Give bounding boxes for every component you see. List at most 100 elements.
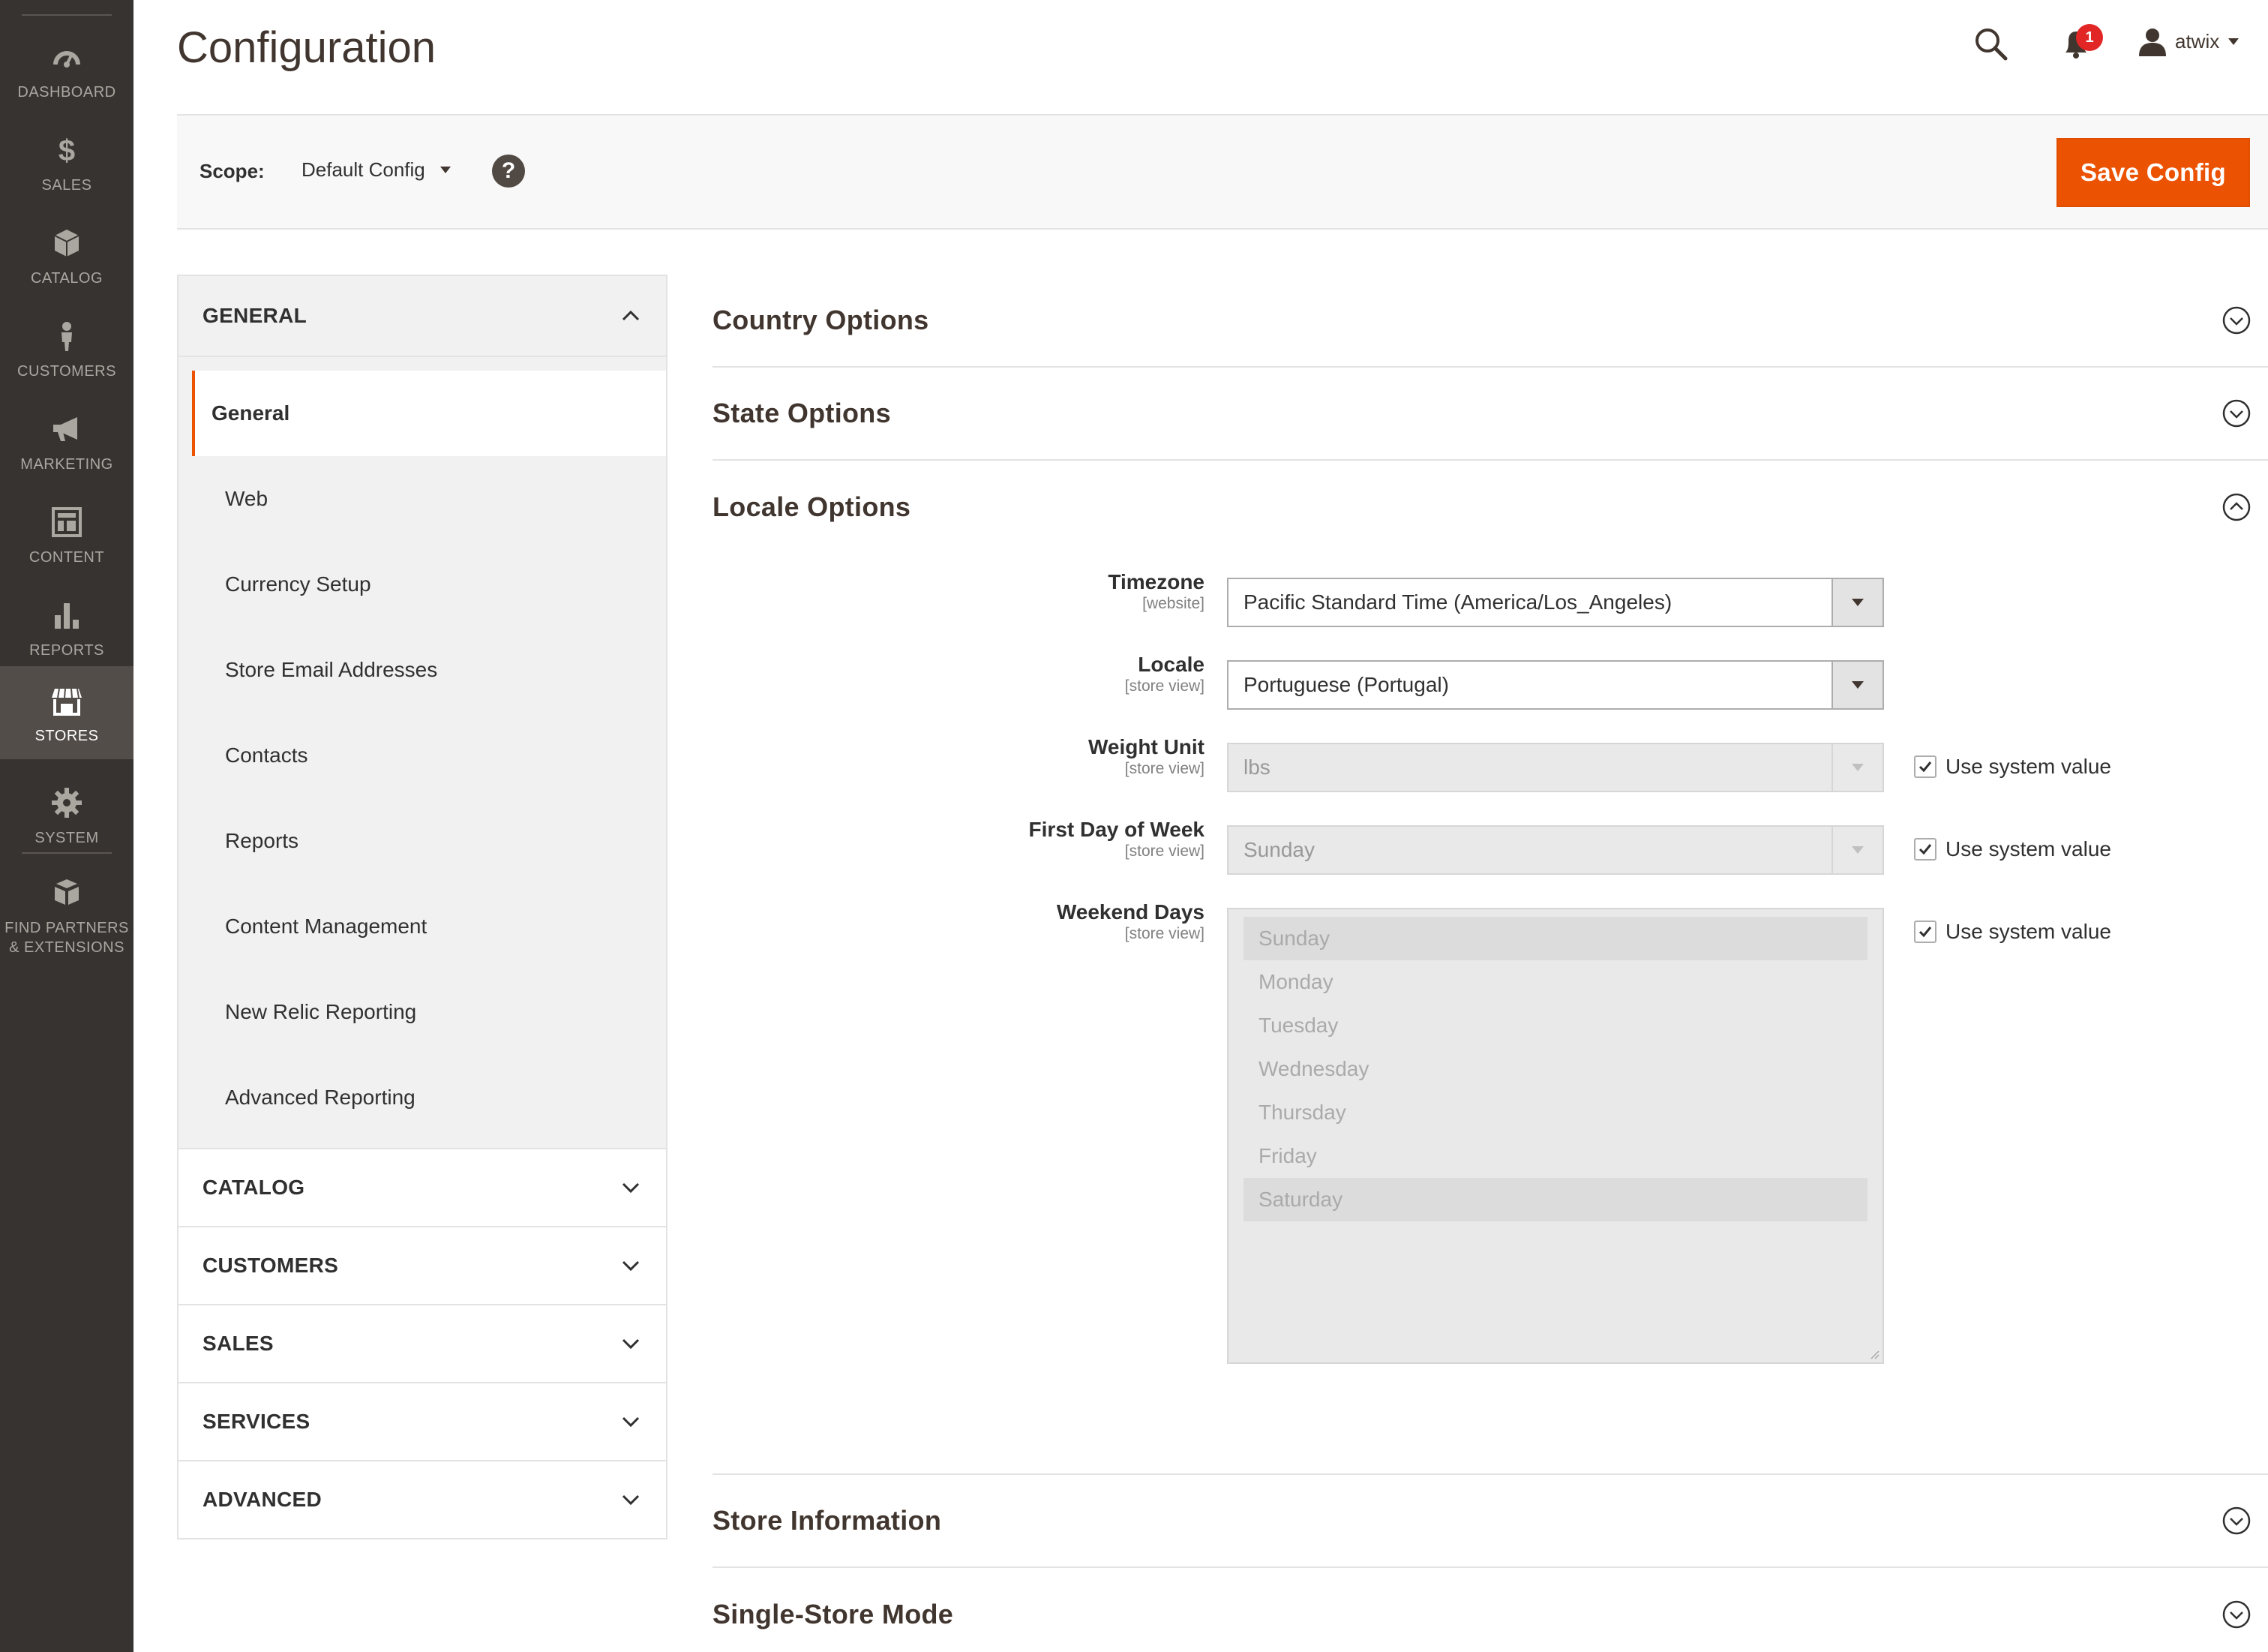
- nav-item-reports[interactable]: Reports: [192, 798, 666, 884]
- multiselect-option[interactable]: Saturday: [1244, 1178, 1868, 1221]
- nav-group-catalog[interactable]: CATALOG: [177, 1148, 668, 1227]
- multiselect-option[interactable]: Tuesday: [1244, 1004, 1868, 1047]
- multiselect-option[interactable]: Wednesday: [1244, 1047, 1868, 1091]
- scope-switcher[interactable]: Default Config: [302, 158, 451, 182]
- section-country-options[interactable]: Country Options: [712, 275, 2268, 368]
- menu-item-reports[interactable]: REPORTS: [0, 581, 134, 674]
- chevron-up-icon: [622, 310, 640, 321]
- first-day-select[interactable]: Sunday: [1227, 825, 1884, 875]
- boxes-icon: [49, 875, 85, 911]
- resize-grip-icon[interactable]: [1868, 1347, 1880, 1359]
- field-label: Weight Unit: [1088, 735, 1204, 758]
- section-title: Country Options: [712, 305, 929, 335]
- nav-item-content-management[interactable]: Content Management: [192, 884, 666, 969]
- menu-label: CONTENT: [28, 549, 105, 566]
- scope-label: Scope:: [200, 160, 265, 182]
- save-config-button[interactable]: Save Config: [2056, 138, 2250, 207]
- menu-item-catalog[interactable]: CATALOG: [0, 209, 134, 302]
- multiselect-option[interactable]: Sunday: [1244, 917, 1868, 960]
- chevron-down-icon: [622, 1494, 640, 1506]
- section-locale-options[interactable]: Locale Options: [712, 461, 2268, 554]
- weight-unit-select[interactable]: lbs: [1227, 743, 1884, 792]
- layout-icon: [49, 504, 85, 540]
- nav-group-sales[interactable]: SALES: [177, 1304, 668, 1383]
- menu-divider: [22, 852, 112, 854]
- box-icon: [49, 225, 85, 261]
- weekend-days-label: Weekend Days [store view]: [1057, 900, 1204, 944]
- menu-item-sales[interactable]: $ SALES: [0, 116, 134, 209]
- page-title: Configuration: [177, 23, 436, 72]
- nav-group-general[interactable]: GENERAL: [177, 275, 668, 356]
- first-day-use-system-checkbox[interactable]: Use system value: [1914, 837, 2111, 861]
- scope-value: Default Config: [302, 158, 425, 181]
- multiselect-option[interactable]: Monday: [1244, 960, 1868, 1004]
- expand-icon: [2222, 1506, 2251, 1535]
- checkbox-label: Use system value: [1946, 920, 2111, 943]
- menu-item-customers[interactable]: CUSTOMERS: [0, 302, 134, 395]
- select-value: lbs: [1244, 755, 1270, 779]
- locale-select[interactable]: Portuguese (Portugal): [1227, 660, 1884, 710]
- menu-label: REPORTS: [29, 642, 104, 659]
- global-search-button[interactable]: [1972, 26, 2010, 63]
- menu-item-stores[interactable]: STORES: [0, 666, 134, 759]
- menu-item-find-partners[interactable]: FIND PARTNERS & EXTENSIONS: [0, 858, 134, 971]
- nav-general-list: General Web Currency Setup Store Email A…: [177, 356, 668, 1148]
- menu-label: STORES: [34, 728, 99, 744]
- first-day-label: First Day of Week [store view]: [1029, 818, 1204, 861]
- config-sections: Country Options State Options Locale Opt…: [712, 275, 2268, 1652]
- field-label: Timezone: [1108, 570, 1204, 593]
- nav-item-contacts[interactable]: Contacts: [192, 713, 666, 798]
- admin-menu: DASHBOARD $ SALES CATALOG CUSTOMERS MARK…: [0, 0, 134, 1652]
- user-account-menu[interactable]: atwix: [2138, 23, 2240, 60]
- nav-item-web[interactable]: Web: [192, 456, 666, 542]
- section-store-information[interactable]: Store Information: [712, 1475, 2268, 1568]
- menu-item-system[interactable]: SYSTEM: [0, 768, 134, 861]
- nav-group-advanced[interactable]: ADVANCED: [177, 1460, 668, 1539]
- help-icon[interactable]: ?: [492, 155, 525, 188]
- dropdown-arrow-icon: [1832, 827, 1882, 873]
- nav-group-title: SALES: [202, 1332, 274, 1355]
- dollar-icon: $: [49, 132, 85, 168]
- expand-icon: [2222, 1600, 2251, 1629]
- menu-label: CUSTOMERS: [17, 363, 116, 380]
- locale-options-body: Timezone [website] Pacific Standard Time…: [712, 554, 2268, 1475]
- section-state-options[interactable]: State Options: [712, 368, 2268, 461]
- dashboard-icon: [49, 39, 85, 75]
- nav-group-title: GENERAL: [202, 304, 307, 327]
- menu-top-divider: [22, 14, 112, 16]
- menu-item-marketing[interactable]: MARKETING: [0, 395, 134, 488]
- person-icon: [49, 318, 85, 354]
- locale-label: Locale [store view]: [1125, 653, 1204, 696]
- nav-item-store-email-addresses[interactable]: Store Email Addresses: [192, 627, 666, 713]
- dropdown-arrow-icon: [1832, 744, 1882, 791]
- menu-label: FIND PARTNERS & EXTENSIONS: [4, 920, 129, 956]
- timezone-select[interactable]: Pacific Standard Time (America/Los_Angel…: [1227, 578, 1884, 627]
- collapse-icon: [2222, 493, 2251, 521]
- multiselect-option[interactable]: Thursday: [1244, 1091, 1868, 1134]
- nav-item-general[interactable]: General: [192, 371, 666, 456]
- weekend-days-use-system-checkbox[interactable]: Use system value: [1914, 920, 2111, 944]
- expand-icon: [2222, 399, 2251, 428]
- field-label: Weekend Days: [1056, 900, 1204, 924]
- weight-unit-use-system-checkbox[interactable]: Use system value: [1914, 755, 2111, 779]
- field-scope: [store view]: [1124, 760, 1204, 777]
- menu-item-dashboard[interactable]: DASHBOARD: [0, 23, 134, 116]
- nav-item-currency-setup[interactable]: Currency Setup: [192, 542, 666, 627]
- dropdown-arrow-icon: [1832, 662, 1882, 708]
- section-single-store-mode[interactable]: Single-Store Mode: [712, 1568, 2268, 1652]
- menu-label: MARKETING: [20, 456, 113, 473]
- chevron-down-icon: [622, 1260, 640, 1272]
- menu-label: SALES: [41, 177, 92, 194]
- nav-group-services[interactable]: SERVICES: [177, 1382, 668, 1461]
- menu-label: CATALOG: [30, 270, 104, 287]
- nav-item-advanced-reporting[interactable]: Advanced Reporting: [192, 1055, 666, 1140]
- gear-icon: [49, 785, 85, 821]
- weekend-days-multiselect[interactable]: Sunday Monday Tuesday Wednesday Thursday…: [1227, 908, 1884, 1364]
- nav-item-new-relic-reporting[interactable]: New Relic Reporting: [192, 969, 666, 1055]
- menu-item-content[interactable]: CONTENT: [0, 488, 134, 581]
- field-label: First Day of Week: [1028, 818, 1204, 841]
- nav-group-customers[interactable]: CUSTOMERS: [177, 1226, 668, 1305]
- select-value: Portuguese (Portugal): [1244, 673, 1449, 696]
- multiselect-option[interactable]: Friday: [1244, 1134, 1868, 1178]
- nav-group-title: SERVICES: [202, 1410, 310, 1433]
